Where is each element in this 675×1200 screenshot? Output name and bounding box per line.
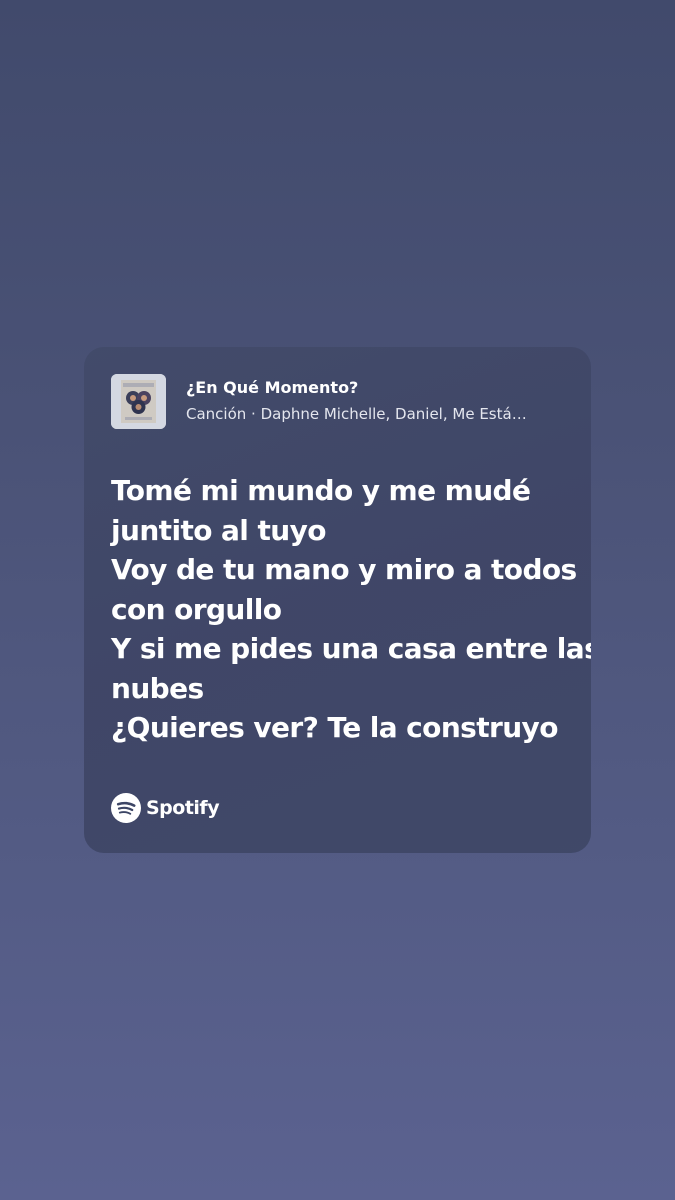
song-subtitle: Canción · Daphne Michelle, Daniel, Me Es…: [186, 405, 527, 423]
lyric-line: Voy de tu mano y miro a todos: [111, 553, 577, 586]
lyrics-block: Tomé mi mundo y me mudé juntito al tuyo …: [111, 471, 591, 748]
lyric-line: con orgullo: [111, 592, 282, 626]
lyric-line: juntito al tuyo: [111, 513, 326, 547]
album-cover-art: [111, 373, 166, 429]
lyric-line: Y si me pides una casa entre las: [111, 632, 591, 665]
lyric-line: nubes: [111, 671, 204, 705]
lyric-line: ¿Quieres ver? Te la construyo: [111, 711, 558, 744]
song-meta: ¿En Qué Momento? Canción · Daphne Michel…: [186, 378, 527, 424]
spotify-brand[interactable]: Spotify: [111, 793, 220, 823]
spotify-wordmark: Spotify: [146, 797, 220, 819]
lyric-line: Tomé mi mundo y me mudé: [111, 474, 531, 507]
song-header[interactable]: ¿En Qué Momento? Canción · Daphne Michel…: [111, 373, 571, 429]
spotify-logo-icon: [111, 793, 141, 823]
lyrics-share-card[interactable]: ¿En Qué Momento? Canción · Daphne Michel…: [84, 347, 591, 853]
album-cover-image: [111, 373, 166, 429]
song-title: ¿En Qué Momento?: [186, 378, 359, 397]
